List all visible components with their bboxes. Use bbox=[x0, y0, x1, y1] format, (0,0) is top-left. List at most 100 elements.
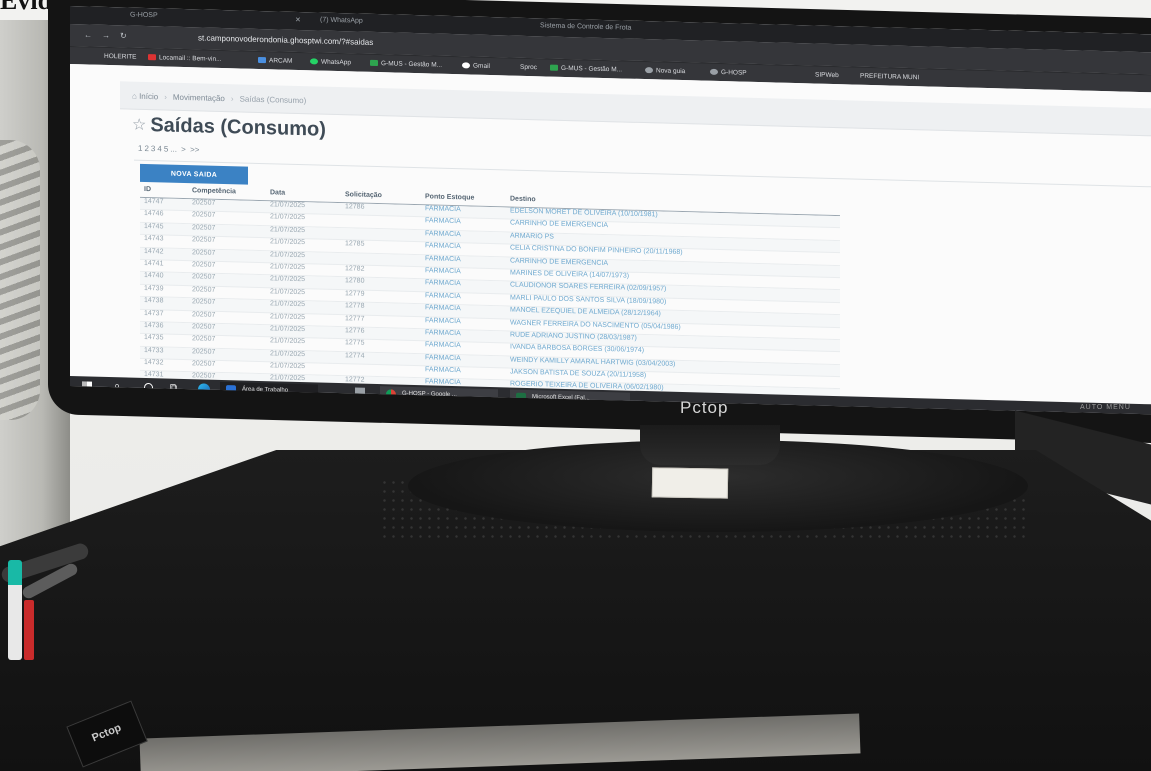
background-decoration bbox=[0, 140, 40, 420]
bookmark-gmus-1[interactable]: G-MUS - Gestão M... bbox=[370, 59, 443, 69]
url-input[interactable]: st.camponovoderondonia.ghosptwi.com/?#sa… bbox=[198, 33, 373, 47]
header-destino[interactable]: Destino bbox=[510, 196, 536, 204]
gmus-icon bbox=[550, 64, 558, 71]
header-id[interactable]: ID bbox=[144, 186, 151, 193]
cell-data: 21/07/2025 bbox=[270, 238, 306, 247]
tab-whatsapp[interactable]: (7) WhatsApp bbox=[320, 17, 363, 25]
cell-destino[interactable]: CARRINHO DE EMERGENCIA bbox=[510, 257, 608, 267]
page-link[interactable]: 2 bbox=[144, 144, 148, 153]
cell-competencia: 202507 bbox=[192, 310, 216, 319]
bookmark-holerite[interactable]: HOLERITE bbox=[104, 53, 137, 61]
last-page-link[interactable]: >> bbox=[190, 145, 199, 154]
marker-pen bbox=[24, 600, 34, 660]
photo-stage: Evidências: G-HOSP ✕ (7) WhatsApp Sistem… bbox=[0, 0, 1151, 771]
cell-solicitacao: 12785 bbox=[345, 240, 365, 248]
bookmark-ghosp[interactable]: G-HOSP bbox=[710, 68, 747, 77]
nav-arrows-icon[interactable]: ←→↻ bbox=[84, 30, 137, 40]
page-title: Saídas (Consumo) bbox=[150, 114, 326, 141]
cell-data: 21/07/2025 bbox=[270, 250, 306, 259]
bookmark-whatsapp[interactable]: WhatsApp bbox=[310, 58, 351, 66]
breadcrumb-inicio[interactable]: Início bbox=[139, 92, 158, 102]
cell-ponto-estoque: FARMACIA bbox=[425, 217, 461, 226]
header-solicitacao[interactable]: Solicitação bbox=[345, 191, 382, 199]
cell-data: 21/07/2025 bbox=[270, 325, 306, 334]
bookmark-label: G-HOSP bbox=[721, 69, 747, 77]
monitor-osd-buttons[interactable]: AUTO MENU bbox=[1080, 404, 1131, 411]
cell-data: 21/07/2025 bbox=[270, 201, 306, 210]
bookmark-gmus-2[interactable]: G-MUS - Gestão M... bbox=[550, 64, 622, 73]
globe-icon bbox=[710, 68, 718, 75]
bookmark-label: Gmail bbox=[473, 62, 490, 70]
cell-competencia: 202507 bbox=[192, 273, 216, 282]
page-ellipsis[interactable]: ... bbox=[170, 145, 177, 154]
bookmark-label: WhatsApp bbox=[321, 58, 351, 67]
cell-id: 14738 bbox=[144, 297, 164, 305]
cell-data: 21/07/2025 bbox=[270, 275, 306, 284]
cell-data: 21/07/2025 bbox=[270, 287, 306, 296]
breadcrumb-current: Saídas (Consumo) bbox=[239, 94, 307, 106]
page-link[interactable]: 5 bbox=[164, 144, 168, 153]
chevron-right-icon: › bbox=[230, 94, 234, 104]
cell-ponto-estoque: FARMACIA bbox=[425, 353, 461, 362]
header-competencia[interactable]: Competência bbox=[192, 187, 236, 195]
next-page-link[interactable]: > bbox=[181, 145, 186, 154]
bookmark-label: Nova guia bbox=[656, 67, 686, 76]
header-ponto-estoque[interactable]: Ponto Estoque bbox=[425, 193, 474, 201]
star-icon[interactable]: ☆ bbox=[132, 117, 146, 134]
breadcrumb-movimentacao[interactable]: Movimentação bbox=[173, 93, 225, 103]
divider bbox=[134, 159, 1151, 188]
cell-data: 21/07/2025 bbox=[270, 300, 306, 309]
cell-data: 21/07/2025 bbox=[270, 337, 306, 346]
close-icon[interactable]: ✕ bbox=[295, 16, 301, 24]
cell-solicitacao: 12777 bbox=[345, 314, 365, 323]
cell-solicitacao: 12778 bbox=[345, 302, 365, 310]
breadcrumb: ⌂ Início › Movimentação › Saídas (Consumo) bbox=[132, 92, 306, 106]
cell-ponto-estoque: FARMACIA bbox=[425, 230, 461, 239]
cell-ponto-estoque: FARMACIA bbox=[425, 366, 461, 375]
cell-competencia: 202507 bbox=[192, 285, 216, 294]
cell-competencia: 202507 bbox=[192, 223, 216, 232]
cell-id: 14735 bbox=[144, 334, 164, 342]
cell-ponto-estoque: FARMACIA bbox=[425, 341, 461, 350]
tab-ghosp[interactable]: G-HOSP bbox=[130, 12, 158, 20]
monitor-brand-logo: Pctop bbox=[680, 398, 729, 417]
cell-data: 21/07/2025 bbox=[270, 349, 306, 358]
cell-id: 14747 bbox=[144, 197, 164, 206]
cell-destino[interactable]: ARMARIO PS bbox=[510, 232, 554, 240]
page-link[interactable]: 1 bbox=[138, 144, 142, 153]
monitor-screen: G-HOSP ✕ (7) WhatsApp Sistema de Control… bbox=[70, 6, 1151, 415]
cell-id: 14742 bbox=[144, 247, 164, 256]
header-data[interactable]: Data bbox=[270, 189, 285, 196]
cell-competencia: 202507 bbox=[192, 236, 216, 244]
bookmark-gmail[interactable]: Gmail bbox=[462, 62, 490, 70]
page-link[interactable]: 4 bbox=[157, 144, 161, 153]
bookmark-arcam[interactable]: ARCAM bbox=[258, 56, 293, 65]
cell-competencia: 202507 bbox=[192, 248, 216, 257]
cell-solicitacao: 12786 bbox=[345, 203, 365, 211]
cell-id: 14746 bbox=[144, 210, 164, 218]
cell-solicitacao: 12774 bbox=[345, 351, 365, 360]
cell-id: 14736 bbox=[144, 321, 164, 330]
bookmark-prefeitura[interactable]: PREFEITURA MUNI bbox=[860, 73, 919, 82]
cell-solicitacao: 12775 bbox=[345, 339, 365, 348]
cell-data: 21/07/2025 bbox=[270, 263, 306, 272]
cell-id: 14737 bbox=[144, 309, 164, 317]
cell-competencia: 202507 bbox=[192, 335, 216, 344]
bookmark-label: G-MUS - Gestão M... bbox=[381, 60, 443, 69]
cell-competencia: 202507 bbox=[192, 199, 216, 207]
gmus-icon bbox=[370, 59, 378, 67]
bookmark-nova-guia[interactable]: Nova guia bbox=[645, 67, 685, 75]
nova-saida-button[interactable]: NOVA SAIDA bbox=[140, 163, 248, 185]
tab-frota[interactable]: Sistema de Controle de Frota bbox=[540, 22, 631, 31]
bookmark-locamail[interactable]: Locamail :: Bem-vin... bbox=[148, 54, 222, 63]
cell-id: 14745 bbox=[144, 222, 164, 231]
cell-competencia: 202507 bbox=[192, 360, 216, 368]
bookmark-sipweb[interactable]: SIPWeb bbox=[815, 72, 839, 80]
saidas-table: ID Competência Data Solicitação Ponto Es… bbox=[140, 185, 840, 403]
bookmark-sproc[interactable]: Sproc bbox=[520, 64, 537, 71]
page-link[interactable]: 3 bbox=[151, 144, 155, 153]
bookmark-label: ARCAM bbox=[269, 57, 293, 65]
cell-destino[interactable]: CARRINHO DE EMERGENCIA bbox=[510, 220, 608, 230]
cell-id: 14733 bbox=[144, 346, 164, 355]
bookmark-label: Locamail :: Bem-vin... bbox=[159, 54, 222, 63]
